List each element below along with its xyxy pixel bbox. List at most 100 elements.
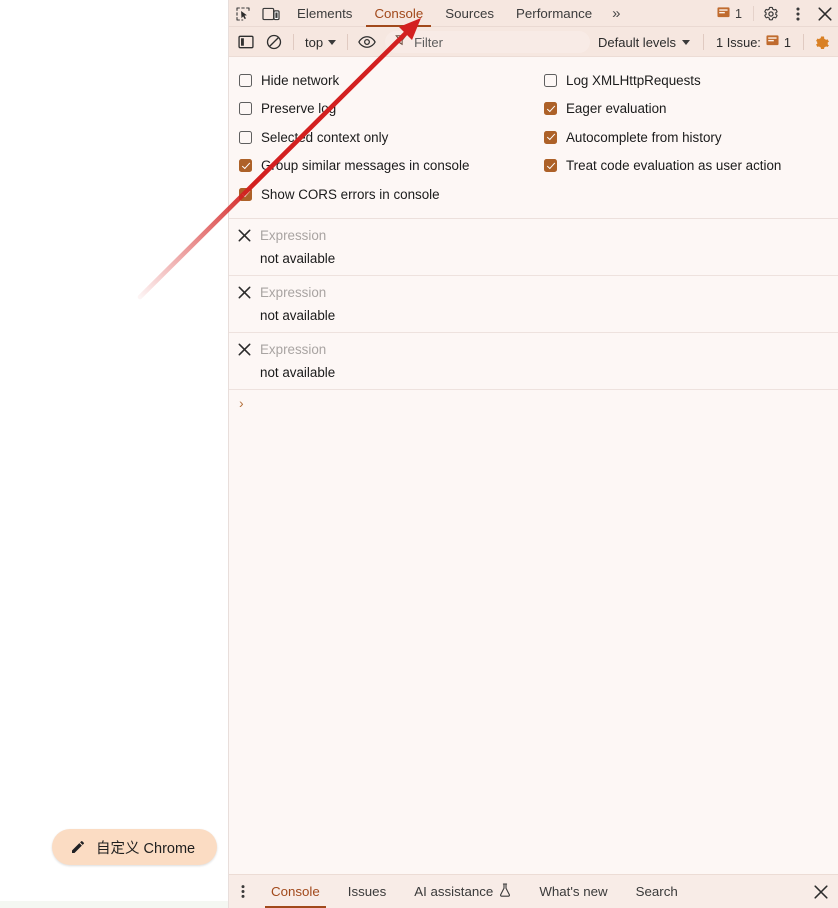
tab-console[interactable]: Console xyxy=(363,0,434,27)
tab-elements-label: Elements xyxy=(297,6,353,21)
checkbox-autocomplete-from-history[interactable] xyxy=(544,130,557,144)
customize-chrome-button[interactable]: 自定义 Chrome xyxy=(52,829,218,865)
filter-funnel-icon xyxy=(395,33,407,51)
issues-counter-value: 1 xyxy=(734,6,742,21)
inspect-element-icon[interactable] xyxy=(229,0,256,27)
console-settings-panel: Hide network Log XMLHttpRequests Preserv… xyxy=(229,57,838,219)
console-message-list: Expression not available Expression not … xyxy=(229,218,838,875)
setting-selected-context-only[interactable]: Selected context only xyxy=(229,123,534,152)
execution-context-select[interactable]: top xyxy=(299,35,342,50)
toolbar-divider-2 xyxy=(347,34,349,50)
setting-hide-network[interactable]: Hide network xyxy=(229,66,534,95)
console-issues-button[interactable]: 1 Issue: 1 xyxy=(709,34,798,50)
console-issues-label: 1 Issue: xyxy=(716,34,761,50)
checkbox-preserve-log[interactable] xyxy=(239,102,252,116)
drawer-tab-ai-assistance[interactable]: AI assistance xyxy=(400,875,525,908)
customize-chrome-label: 自定义 Chrome xyxy=(96,840,196,857)
setting-preserve-log-label: Preserve log xyxy=(261,101,337,117)
issues-counter-button[interactable]: 1 xyxy=(709,0,750,27)
error-x-icon xyxy=(237,342,251,356)
setting-treat-code-evaluation-label: Treat code evaluation as user action xyxy=(566,158,782,174)
tab-performance-label: Performance xyxy=(516,6,593,21)
checkbox-show-cors-errors[interactable] xyxy=(239,187,252,201)
tabbar-spacer xyxy=(628,0,709,27)
toolbar-divider-1 xyxy=(293,34,294,50)
console-settings-gear-icon[interactable] xyxy=(809,30,835,54)
toolbar-divider-3 xyxy=(703,34,705,50)
drawer-tab-console-label: Console xyxy=(271,884,320,899)
setting-show-cors-errors-label: Show CORS errors in console xyxy=(261,186,440,202)
checkbox-treat-code-evaluation[interactable] xyxy=(544,159,557,173)
setting-show-cors-errors[interactable]: Show CORS errors in console xyxy=(229,180,534,209)
setting-selected-context-only-label: Selected context only xyxy=(261,129,389,145)
checkbox-log-xmlhttprequests[interactable] xyxy=(544,73,557,87)
setting-log-xmlhttprequests[interactable]: Log XMLHttpRequests xyxy=(534,66,838,95)
console-message-row[interactable]: Expression not available xyxy=(229,219,838,276)
drawer-tab-search[interactable]: Search xyxy=(622,875,692,908)
live-expression-eye-icon[interactable] xyxy=(353,30,381,54)
pencil-icon xyxy=(70,839,86,855)
more-options-icon[interactable] xyxy=(784,0,811,27)
setting-group-similar-messages-label: Group similar messages in console xyxy=(261,158,470,174)
error-x-icon xyxy=(237,228,251,242)
console-message-body: not available xyxy=(260,364,336,380)
console-prompt-input[interactable]: › xyxy=(229,390,838,416)
setting-autocomplete-from-history[interactable]: Autocomplete from history xyxy=(534,123,838,152)
page-bottom-band xyxy=(0,901,228,908)
log-levels-select[interactable]: Default levels xyxy=(590,35,698,50)
tab-sources[interactable]: Sources xyxy=(434,0,505,27)
checkbox-selected-context-only[interactable] xyxy=(239,130,252,144)
tab-console-label: Console xyxy=(374,6,424,21)
console-filter-placeholder: Filter xyxy=(414,34,443,50)
drawer-tab-ai-assistance-label: AI assistance xyxy=(414,884,494,899)
error-x-icon xyxy=(237,285,251,299)
log-levels-label: Default levels xyxy=(598,34,677,50)
setting-hide-network-label: Hide network xyxy=(261,72,340,88)
console-message-row[interactable]: Expression not available xyxy=(229,276,838,333)
console-toolbar: top Filter Default levels 1 Issue: 1 xyxy=(229,27,838,57)
close-drawer-icon[interactable] xyxy=(804,875,838,908)
execution-context-label: top xyxy=(305,34,324,50)
drawer-tab-issues[interactable]: Issues xyxy=(334,875,400,908)
console-message-title: Expression xyxy=(260,284,327,300)
clear-console-icon[interactable] xyxy=(260,30,288,54)
chevron-down-icon xyxy=(328,39,337,45)
drawer-tab-issues-label: Issues xyxy=(347,884,387,899)
devtools-drawer-tabbar: Console Issues AI assistance What's new … xyxy=(229,874,838,908)
settings-grid-empty-cell xyxy=(534,180,838,209)
console-message-title: Expression xyxy=(260,341,327,357)
prompt-chevron-icon: › xyxy=(239,394,244,411)
settings-gear-icon[interactable] xyxy=(757,0,784,27)
device-toolbar-icon[interactable] xyxy=(256,0,286,27)
console-empty-space xyxy=(229,416,838,875)
console-filter-input[interactable]: Filter xyxy=(385,31,590,53)
devtools-panel: Elements Console Sources Performance » 1… xyxy=(229,0,838,908)
close-devtools-icon[interactable] xyxy=(811,0,838,27)
console-message-title: Expression xyxy=(260,227,327,243)
tab-performance[interactable]: Performance xyxy=(505,0,603,27)
tabbar-divider xyxy=(753,6,754,21)
checkbox-hide-network[interactable] xyxy=(239,73,252,87)
browser-page-area: 自定义 Chrome xyxy=(0,0,229,908)
console-settings-grid: Hide network Log XMLHttpRequests Preserv… xyxy=(229,66,838,209)
console-message-row[interactable]: Expression not available xyxy=(229,333,838,390)
setting-autocomplete-from-history-label: Autocomplete from history xyxy=(566,129,722,145)
console-message-body: not available xyxy=(260,307,336,323)
toolbar-divider-4 xyxy=(803,34,804,50)
setting-group-similar-messages[interactable]: Group similar messages in console xyxy=(229,152,534,181)
checkbox-group-similar-messages[interactable] xyxy=(239,159,252,173)
setting-treat-code-evaluation[interactable]: Treat code evaluation as user action xyxy=(534,152,838,181)
tab-elements[interactable]: Elements xyxy=(286,0,363,27)
drawer-tab-console[interactable]: Console xyxy=(257,875,334,908)
setting-eager-evaluation-label: Eager evaluation xyxy=(566,101,667,117)
more-tabs-chevron-icon[interactable]: » xyxy=(603,0,628,27)
setting-eager-evaluation[interactable]: Eager evaluation xyxy=(534,95,838,124)
checkbox-eager-evaluation[interactable] xyxy=(544,102,557,116)
setting-preserve-log[interactable]: Preserve log xyxy=(229,95,534,124)
devtools-main-tabbar: Elements Console Sources Performance » 1 xyxy=(229,0,838,27)
drawer-more-icon[interactable] xyxy=(229,875,257,908)
console-issues-count: 1 xyxy=(783,34,791,50)
drawer-tab-whats-new[interactable]: What's new xyxy=(525,875,621,908)
console-sidebar-icon[interactable] xyxy=(232,30,260,54)
console-issue-message-icon xyxy=(766,34,779,50)
